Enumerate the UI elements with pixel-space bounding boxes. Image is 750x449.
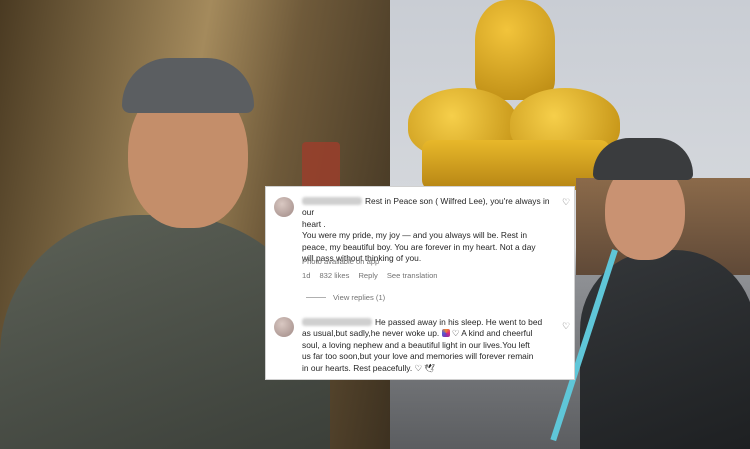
blurred-username-2[interactable]: [302, 318, 372, 326]
comment-meta: 1d 832 likes Reply See translation: [302, 271, 438, 280]
heart-emoji: ♡: [451, 328, 460, 339]
comment-text: Rest in Peace son ( Wilfred Lee), you're…: [302, 196, 550, 264]
commenter-avatar[interactable]: [274, 197, 294, 217]
commenter-avatar-2[interactable]: [274, 317, 294, 337]
blurred-username[interactable]: [302, 197, 362, 205]
likes-count[interactable]: 832 likes: [319, 271, 349, 280]
heart-emoji-2: ♡: [414, 362, 423, 373]
replies-divider: [306, 297, 326, 298]
heart-outline-icon[interactable]: ♡: [562, 197, 570, 208]
photo-available-note: Photo available on app: [302, 257, 380, 266]
comment-card: Rest in Peace son ( Wilfred Lee), you're…: [265, 186, 575, 380]
see-translation-link[interactable]: See translation: [387, 271, 438, 280]
cap-left: [122, 58, 254, 113]
emoji-icon: [441, 329, 450, 338]
comment-text-2: He passed away in his sleep. He went to …: [302, 317, 543, 373]
golden-statue-figure: [475, 0, 555, 100]
red-rock-inscription: [302, 142, 340, 190]
cap-right: [593, 138, 693, 180]
reply-button[interactable]: Reply: [358, 271, 377, 280]
heart-outline-icon-2[interactable]: ♡: [562, 321, 570, 332]
comment-age: 1d: [302, 271, 311, 280]
dove-emoji: 🕊: [424, 362, 435, 373]
view-replies-link[interactable]: View replies (1): [333, 293, 385, 302]
